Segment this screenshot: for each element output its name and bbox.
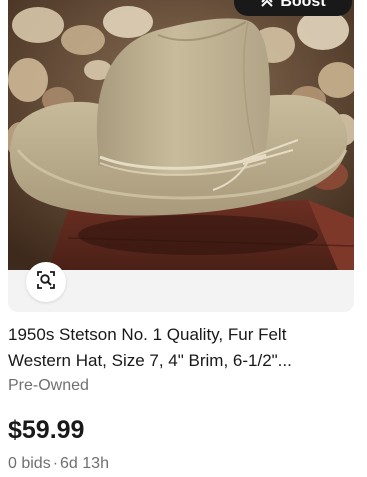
listing-title[interactable]: 1950s Stetson No. 1 Quality, Fur Felt We… <box>8 322 353 374</box>
listing-card[interactable]: Boost 1950s Stetson No. 1 Quality, Fur F… <box>0 0 367 477</box>
image-search-icon <box>36 270 56 295</box>
chevron-double-up-icon <box>260 0 274 9</box>
item-condition: Pre-Owned <box>8 377 89 394</box>
item-price: $59.99 <box>8 416 85 444</box>
bid-count: 0 bids <box>8 455 51 472</box>
listing-image-container[interactable]: Boost <box>8 0 354 312</box>
auction-meta: 0 bids · 6d 13h <box>8 453 109 475</box>
visual-search-button[interactable] <box>26 262 66 302</box>
time-left: 6d 13h <box>60 455 109 472</box>
boost-button[interactable]: Boost <box>234 0 352 16</box>
boost-label: Boost <box>280 0 326 10</box>
separator: · <box>52 455 59 472</box>
listing-photo[interactable] <box>8 0 354 270</box>
